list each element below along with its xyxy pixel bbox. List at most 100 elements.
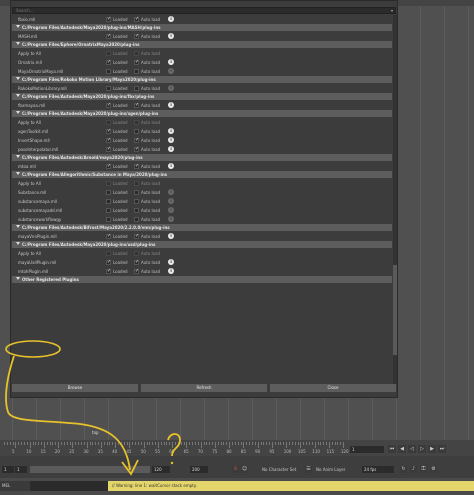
auto-load-checkbox[interactable] — [134, 181, 139, 186]
auto-load-checkbox[interactable] — [134, 217, 139, 222]
loaded-checkbox[interactable] — [106, 163, 111, 169]
plugin-section-header[interactable]: C:/Program Files/Allegorithmic/Substance… — [12, 171, 392, 178]
auto-load-checkbox[interactable] — [134, 199, 139, 204]
auto-load-checkbox[interactable] — [134, 120, 139, 125]
plugin-info-icon[interactable]: i — [168, 16, 174, 22]
plugin-section-header[interactable]: C:/Program Files/Autodesk/Maya2020/plug-… — [12, 93, 392, 100]
plugin-info-icon[interactable]: i — [168, 268, 174, 274]
character-set-label[interactable]: No Character Set — [262, 467, 296, 472]
auto-load-checkbox[interactable] — [134, 259, 139, 265]
end-time-field[interactable]: 200 — [190, 466, 208, 473]
refresh-button[interactable]: Refresh — [141, 384, 267, 392]
filter-search-input[interactable]: Search... ▾ — [12, 7, 396, 14]
collapse-arrow-icon[interactable] — [16, 25, 20, 28]
preferences-icon[interactable]: ⚙ — [430, 466, 437, 473]
play-forward-icon[interactable]: ▷ — [418, 445, 426, 453]
anim-layer-icon[interactable]: ☰ — [305, 466, 312, 473]
close-button[interactable]: Close — [270, 384, 396, 392]
auto-load-checkbox[interactable] — [134, 251, 139, 256]
auto-load-checkbox[interactable] — [134, 69, 139, 74]
loaded-checkbox[interactable] — [106, 16, 111, 22]
plugin-info-icon[interactable]: i — [168, 163, 174, 169]
filter-dropdown-icon[interactable]: ▾ — [391, 8, 393, 13]
auto-load-checkbox[interactable] — [134, 86, 139, 91]
loaded-checkbox[interactable] — [106, 181, 111, 186]
plugin-info-icon[interactable]: i — [168, 233, 174, 239]
loaded-checkbox[interactable] — [106, 251, 111, 256]
plugin-info-icon[interactable]: i — [168, 59, 174, 65]
plugin-info-icon[interactable]: i — [168, 128, 174, 134]
auto-load-checkbox[interactable] — [134, 233, 139, 239]
key-icon[interactable]: ⚿ — [420, 466, 427, 473]
auto-load-checkbox[interactable] — [134, 163, 139, 169]
plugin-section-header[interactable]: C:/Program Files/Autodesk/Bifrost/Maya20… — [12, 224, 392, 231]
range-slider[interactable] — [30, 466, 150, 473]
current-frame-field[interactable]: 1 — [350, 446, 384, 453]
step-forward-icon[interactable]: ▶ — [428, 445, 436, 453]
plugin-section-header[interactable]: Other Registered Plugins — [12, 276, 392, 283]
script-language-label[interactable]: MEL — [0, 481, 30, 491]
go-to-end-icon[interactable]: ⏭ — [438, 445, 446, 453]
auto-load-checkbox[interactable] — [134, 33, 139, 39]
loaded-checkbox[interactable] — [106, 190, 111, 195]
loaded-checkbox[interactable] — [106, 120, 111, 125]
plugin-info-icon[interactable]: i — [168, 85, 174, 91]
plugin-info-icon[interactable]: i — [168, 198, 174, 204]
loaded-checkbox[interactable] — [106, 33, 111, 39]
auto-load-checkbox[interactable] — [134, 190, 139, 195]
plugin-info-icon[interactable]: i — [168, 207, 174, 213]
plugin-section-header[interactable]: C:/Program Files/Autodesk/Maya2020/plug-… — [12, 110, 392, 117]
character-set-icon[interactable]: ☺ — [241, 466, 248, 473]
plugin-list-scrollbar[interactable] — [393, 15, 397, 385]
loaded-checkbox[interactable] — [106, 233, 111, 239]
plugin-info-icon[interactable]: i — [168, 102, 174, 108]
go-to-start-icon[interactable]: ⏮ — [388, 445, 396, 453]
loaded-checkbox[interactable] — [106, 69, 111, 74]
loaded-checkbox[interactable] — [106, 51, 111, 56]
loaded-checkbox[interactable] — [106, 102, 111, 108]
sound-icon[interactable]: ♪ — [410, 466, 417, 473]
auto-load-checkbox[interactable] — [134, 137, 139, 143]
plugin-info-icon[interactable]: i — [168, 189, 174, 195]
scrollbar-thumb[interactable] — [393, 265, 397, 355]
loaded-checkbox[interactable] — [106, 268, 111, 274]
auto-load-checkbox[interactable] — [134, 16, 139, 22]
auto-load-checkbox[interactable] — [134, 268, 139, 274]
playback-end-field[interactable]: 120 — [152, 466, 170, 473]
playback-start-field[interactable]: 1 — [15, 466, 27, 473]
plugin-section-header[interactable]: C:/Program Files/Rokoko Motion Library/M… — [12, 76, 392, 83]
auto-load-checkbox[interactable] — [134, 129, 139, 134]
auto-load-checkbox[interactable] — [134, 51, 139, 56]
play-back-icon[interactable]: ◁ — [408, 445, 416, 453]
loaded-checkbox[interactable] — [106, 199, 111, 204]
loaded-checkbox[interactable] — [106, 146, 111, 152]
loaded-checkbox[interactable] — [106, 217, 111, 222]
loop-icon[interactable]: ↻ — [400, 466, 407, 473]
plugin-section-header[interactable]: C:/Program Files/Autodesk/Arnold/maya202… — [12, 154, 392, 161]
collapse-arrow-icon[interactable] — [16, 94, 20, 97]
auto-load-checkbox[interactable] — [134, 146, 139, 152]
plugin-section-header[interactable]: C:/Program Files/Autodesk/Maya2020/plug-… — [12, 24, 392, 31]
auto-load-checkbox[interactable] — [134, 208, 139, 213]
loaded-checkbox[interactable] — [106, 128, 111, 134]
plugin-info-icon[interactable]: i — [168, 68, 174, 74]
plugin-section-header[interactable]: C:/Program Files/Autodesk/Maya2020/plug-… — [12, 241, 392, 248]
browse-button[interactable]: Browse — [12, 384, 138, 392]
collapse-arrow-icon[interactable] — [16, 77, 20, 80]
plugin-info-icon[interactable]: i — [168, 259, 174, 265]
auto-load-checkbox[interactable] — [134, 102, 139, 108]
collapse-arrow-icon[interactable] — [16, 242, 20, 245]
anim-layer-label[interactable]: No Anim Layer — [316, 467, 345, 472]
collapse-arrow-icon[interactable] — [16, 42, 20, 45]
plugin-info-icon[interactable]: i — [168, 137, 174, 143]
plugin-info-icon[interactable]: i — [168, 216, 174, 222]
auto-load-checkbox[interactable] — [134, 59, 139, 65]
plugin-section-header[interactable]: C:/Program Files/Ephere/OrnatrixMaya2020… — [12, 41, 392, 48]
plugin-info-icon[interactable]: i — [168, 146, 174, 152]
start-time-field[interactable]: 1 — [2, 466, 14, 473]
loaded-checkbox[interactable] — [106, 86, 111, 91]
loaded-checkbox[interactable] — [106, 259, 111, 265]
fps-select[interactable]: 24 fps — [362, 466, 394, 473]
collapse-arrow-icon[interactable] — [16, 277, 20, 280]
collapse-arrow-icon[interactable] — [16, 172, 20, 175]
